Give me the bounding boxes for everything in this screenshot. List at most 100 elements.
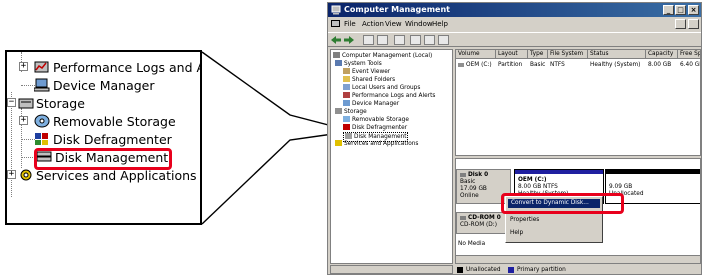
tree-disk-defragmenter[interactable]: Disk Defragmenter: [343, 124, 407, 132]
disk-icon: [460, 173, 466, 177]
tree-device-manager[interactable]: Device Manager: [343, 100, 399, 108]
tree-system-tools[interactable]: System Tools: [335, 60, 382, 68]
unallocated-size: 9.09 GB: [609, 184, 633, 190]
up-folder-icon[interactable]: [363, 35, 374, 45]
toolbar: [328, 32, 701, 47]
tree-item-performance-logs[interactable]: Performance Logs and Alerts: [53, 60, 200, 76]
volume-list: Volume Layout Type File System Status Ca…: [455, 49, 701, 156]
expand-toggle[interactable]: +: [19, 116, 28, 125]
cell-status: Healthy (System): [590, 62, 641, 68]
tree-guide-line: [21, 85, 35, 86]
show-tree-icon[interactable]: [377, 35, 388, 45]
tree-removable-storage[interactable]: Removable Storage: [343, 116, 409, 124]
disk-0-type: Basic: [460, 179, 476, 185]
tree-storage[interactable]: Storage: [335, 108, 367, 116]
zoomed-tree-callout: + Performance Logs and Alerts Device Man…: [5, 50, 202, 225]
column-header-status[interactable]: Status: [588, 50, 646, 59]
menu-action[interactable]: Action: [362, 18, 384, 31]
device-manager-icon: [34, 78, 50, 92]
disk-icon[interactable]: [424, 35, 435, 45]
cdrom-0-drive: CD-ROM (D:): [460, 222, 497, 228]
performance-logs-icon: [343, 92, 350, 98]
column-header-type[interactable]: Type: [528, 50, 548, 59]
highlight-box-disk-management: [34, 148, 172, 170]
tree-guide-line: [11, 92, 12, 197]
event-viewer-icon: [343, 68, 350, 74]
tree-root[interactable]: Computer Management (Local): [333, 52, 432, 60]
cell-volume: OEM (C:): [458, 61, 492, 69]
tools-icon: [335, 60, 342, 66]
column-header-volume[interactable]: Volume: [456, 50, 496, 59]
console-tree: Computer Management (Local) System Tools…: [330, 49, 453, 264]
volume-icon: [458, 63, 464, 67]
child-minimize-button[interactable]: [675, 19, 686, 29]
minimize-button[interactable]: _: [663, 5, 674, 15]
column-header-layout[interactable]: Layout: [496, 50, 528, 59]
tree-item-storage[interactable]: Storage: [36, 96, 85, 112]
close-button[interactable]: ×: [688, 5, 699, 15]
tree-horizontal-scrollbar[interactable]: [330, 265, 453, 274]
unallocated-bar: [606, 170, 700, 174]
disk-defragmenter-icon: [343, 124, 350, 130]
services-icon: [20, 169, 32, 181]
horizontal-scrollbar[interactable]: [456, 255, 700, 263]
tree-services-and-applications[interactable]: Services and Applications: [335, 140, 418, 148]
disk-management-icon: [345, 133, 352, 139]
tree-local-users[interactable]: Local Users and Groups: [343, 84, 420, 92]
cdrom-0-label[interactable]: CD-ROM 0 CD-ROM (D:): [456, 212, 511, 234]
cell-file-system: NTFS: [550, 62, 565, 68]
menu-window[interactable]: Window: [405, 18, 433, 31]
expand-toggle[interactable]: +: [7, 170, 16, 179]
tree-guide-line: [21, 157, 35, 158]
cdrom-icon: [460, 216, 466, 220]
partition-fs: 8.00 GB NTFS: [518, 184, 558, 190]
column-header-capacity[interactable]: Capacity: [646, 50, 678, 59]
tree-item-services-and-applications[interactable]: Services and Applications: [36, 168, 197, 184]
legend-unallocated-swatch: [457, 267, 463, 273]
menu-bar: File Action View Window Help: [328, 18, 701, 31]
computer-icon: [333, 52, 340, 58]
disk-0-size: 17.09 GB: [460, 186, 487, 192]
highlight-box-convert-to-dynamic: [501, 193, 624, 214]
help-icon[interactable]: [410, 35, 421, 45]
tree-shared-folders[interactable]: Shared Folders: [343, 76, 395, 84]
menu-view[interactable]: View: [385, 18, 402, 31]
primary-partition-bar: [515, 170, 603, 174]
column-header-free-space[interactable]: Free Spa: [678, 50, 700, 59]
disk-0-state: Online: [460, 193, 479, 199]
menu-item-help[interactable]: Help: [510, 230, 523, 236]
forward-arrow-icon[interactable]: [344, 36, 354, 44]
window-title: Computer Management: [344, 5, 450, 14]
menu-file[interactable]: File: [344, 18, 356, 31]
tree-item-disk-defragmenter[interactable]: Disk Defragmenter: [53, 132, 172, 148]
child-close-button[interactable]: [688, 19, 699, 29]
tree-performance-logs[interactable]: Performance Logs and Alerts: [343, 92, 435, 100]
title-bar[interactable]: Computer Management _ □ ×: [328, 3, 701, 17]
settings-icon[interactable]: [438, 35, 449, 45]
tree-event-viewer[interactable]: Event Viewer: [343, 68, 390, 76]
services-icon: [335, 140, 342, 146]
menu-help[interactable]: Help: [432, 18, 448, 31]
disk-defragmenter-icon: [35, 133, 48, 145]
legend-unallocated-label: Unallocated: [466, 267, 501, 273]
shared-folder-icon: [343, 76, 350, 82]
computer-management-icon: [331, 5, 341, 15]
properties-icon[interactable]: [394, 35, 405, 45]
performance-logs-icon: [34, 61, 49, 73]
tree-item-removable-storage[interactable]: Removable Storage: [53, 114, 176, 130]
legend: Unallocated Primary partition: [455, 265, 701, 274]
app-menu-icon[interactable]: [331, 20, 340, 29]
cell-free-space: 6.40 GB: [680, 62, 701, 68]
back-arrow-icon[interactable]: [331, 36, 341, 44]
legend-primary-label: Primary partition: [517, 267, 566, 273]
legend-primary-swatch: [508, 267, 514, 273]
maximize-button[interactable]: □: [675, 5, 686, 15]
expand-toggle[interactable]: +: [19, 62, 28, 71]
cell-type: Basic: [530, 62, 546, 68]
tree-item-device-manager[interactable]: Device Manager: [53, 78, 155, 94]
removable-storage-icon: [343, 116, 350, 122]
removable-storage-icon: [34, 114, 50, 128]
collapse-toggle[interactable]: −: [7, 98, 16, 107]
menu-item-properties[interactable]: Properties: [510, 217, 539, 223]
column-header-file-system[interactable]: File System: [548, 50, 588, 59]
